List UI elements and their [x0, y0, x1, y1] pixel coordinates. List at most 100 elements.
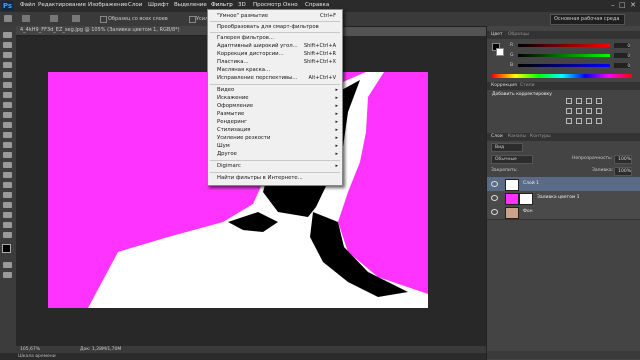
- curves-icon[interactable]: [586, 98, 592, 104]
- menu-item-video[interactable]: Видео: [217, 87, 234, 93]
- menu-window[interactable]: Окно: [283, 2, 298, 8]
- brush-size-icon[interactable]: [22, 15, 30, 22]
- brush-picker-icon[interactable]: [72, 15, 80, 22]
- invert-icon[interactable]: [566, 118, 572, 124]
- eyedropper-tool-icon[interactable]: [3, 82, 12, 88]
- foreground-color-swatch[interactable]: [2, 244, 11, 253]
- clone-stamp-tool-icon[interactable]: [3, 112, 12, 118]
- menu-item-smart-blur[interactable]: "Умное" размытие: [217, 13, 268, 19]
- color-bg-swatch[interactable]: [496, 48, 504, 56]
- b-slider[interactable]: [518, 64, 610, 67]
- menu-type[interactable]: Шрифт: [148, 2, 169, 8]
- path-select-tool-icon[interactable]: [3, 192, 12, 198]
- exposure-icon[interactable]: [596, 98, 602, 104]
- quick-select-tool-icon[interactable]: [3, 62, 12, 68]
- healing-tool-icon[interactable]: [3, 92, 12, 98]
- menu-view[interactable]: Просмотр: [253, 2, 281, 8]
- menu-item-convert-smart[interactable]: Преобразовать для смарт-фильтров: [217, 24, 319, 30]
- menu-item-vanishing-point[interactable]: Исправление перспективы...: [217, 75, 297, 81]
- eraser-tool-icon[interactable]: [3, 132, 12, 138]
- quick-mask-icon[interactable]: [3, 262, 12, 268]
- menu-layers[interactable]: Слои: [128, 2, 142, 8]
- auto-enhance-checkbox[interactable]: [189, 16, 196, 23]
- sample-all-layers-checkbox[interactable]: [100, 16, 107, 23]
- brightness-icon[interactable]: [566, 98, 572, 104]
- vibrance-icon[interactable]: [566, 108, 572, 114]
- document-tab-label[interactable]: 4_4kH9_FF3d_EZ_seg.jpg @ 105% (Заливка ц…: [20, 27, 180, 33]
- shape-tool-icon[interactable]: [3, 202, 12, 208]
- brush-tool-icon[interactable]: [3, 102, 12, 108]
- layer-kind-filter[interactable]: Вид: [491, 143, 523, 152]
- tab-styles[interactable]: Стили: [520, 83, 535, 88]
- layer-row[interactable]: Заливка цветом 1: [487, 191, 640, 206]
- r-slider[interactable]: [518, 44, 610, 47]
- menu-filter[interactable]: Фильтр: [211, 2, 233, 8]
- menu-item-render[interactable]: Рендеринг: [217, 119, 247, 125]
- gradient-map-icon[interactable]: [596, 118, 602, 124]
- tab-layers[interactable]: Слои: [491, 134, 503, 139]
- marquee-tool-icon[interactable]: [3, 42, 12, 48]
- eye-icon[interactable]: [491, 209, 498, 215]
- menu-item-other[interactable]: Другое: [217, 151, 237, 157]
- blend-mode-select[interactable]: Обычные: [491, 155, 533, 164]
- 3d-tool-icon[interactable]: [3, 212, 12, 218]
- type-tool-icon[interactable]: [3, 182, 12, 188]
- layer-row[interactable]: Слой 1: [487, 177, 640, 192]
- menu-image[interactable]: Изображение: [88, 2, 128, 8]
- menu-help[interactable]: Справка: [305, 2, 329, 8]
- menu-item-adaptive-wide-angle[interactable]: Адаптивный широкий угол...: [217, 43, 298, 49]
- menu-item-pixelate[interactable]: Оформление: [217, 103, 253, 109]
- menu-file[interactable]: Файл: [20, 2, 35, 8]
- menu-3d[interactable]: 3D: [238, 2, 246, 8]
- window-controls[interactable]: – □ ✕: [611, 1, 636, 9]
- fill-field[interactable]: 100%: [614, 167, 632, 176]
- tab-channels[interactable]: Каналы: [508, 134, 526, 139]
- opacity-field[interactable]: 100%: [614, 155, 632, 164]
- gradient-tool-icon[interactable]: [3, 142, 12, 148]
- tool-preset-icon[interactable]: [4, 15, 12, 22]
- tab-swatches[interactable]: Образцы: [508, 32, 529, 37]
- menu-item-filter-gallery[interactable]: Галерея фильтров...: [217, 35, 274, 41]
- blur-tool-icon[interactable]: [3, 152, 12, 158]
- move-tool-icon[interactable]: [3, 32, 12, 38]
- dodge-tool-icon[interactable]: [3, 162, 12, 168]
- g-value[interactable]: 0: [614, 53, 630, 58]
- tab-paths[interactable]: Контуры: [530, 134, 551, 139]
- eye-icon[interactable]: [491, 195, 498, 201]
- b-value[interactable]: 0: [614, 63, 630, 68]
- r-value[interactable]: 0: [614, 43, 630, 48]
- menu-item-distort[interactable]: Искажение: [217, 95, 249, 101]
- menu-edit[interactable]: Редактирование: [38, 2, 86, 8]
- zoom-tool-icon[interactable]: [3, 232, 12, 238]
- black-white-icon[interactable]: [596, 108, 602, 114]
- layer-name[interactable]: Слой 1: [523, 181, 539, 186]
- g-slider[interactable]: [518, 54, 610, 57]
- layer-row[interactable]: Фон: [487, 205, 640, 220]
- selection-mode-icon[interactable]: [50, 15, 58, 22]
- color-balance-icon[interactable]: [586, 108, 592, 114]
- menu-item-liquify[interactable]: Пластика...: [217, 59, 249, 65]
- lasso-tool-icon[interactable]: [3, 52, 12, 58]
- menu-item-browse-filters-online[interactable]: Найти фильтры в Интернете...: [217, 175, 303, 181]
- levels-icon[interactable]: [576, 98, 582, 104]
- menu-item-digimarc[interactable]: Digimarc: [217, 163, 241, 169]
- zoom-level[interactable]: 105,67%: [20, 347, 40, 352]
- eye-icon[interactable]: [491, 181, 498, 187]
- timeline-tab[interactable]: Шкала времени: [18, 354, 56, 359]
- screen-mode-icon[interactable]: [3, 272, 12, 278]
- menu-item-oil-paint[interactable]: Масляная краска...: [217, 67, 270, 73]
- color-ramp[interactable]: [492, 74, 632, 78]
- threshold-icon[interactable]: [586, 118, 592, 124]
- menu-select[interactable]: Выделение: [174, 2, 207, 8]
- layer-name[interactable]: Заливка цветом 1: [537, 195, 580, 200]
- crop-tool-icon[interactable]: [3, 72, 12, 78]
- menu-item-stylize[interactable]: Стилизация: [217, 127, 250, 133]
- menu-item-blur[interactable]: Размытие: [217, 111, 244, 117]
- menu-item-noise[interactable]: Шум: [217, 143, 230, 149]
- history-brush-tool-icon[interactable]: [3, 122, 12, 128]
- pen-tool-icon[interactable]: [3, 172, 12, 178]
- hand-tool-icon[interactable]: [3, 222, 12, 228]
- hue-saturation-icon[interactable]: [576, 108, 582, 114]
- menu-item-sharpen[interactable]: Усиление резкости: [217, 135, 270, 141]
- workspace-select[interactable]: Основная рабочая среда: [550, 14, 625, 25]
